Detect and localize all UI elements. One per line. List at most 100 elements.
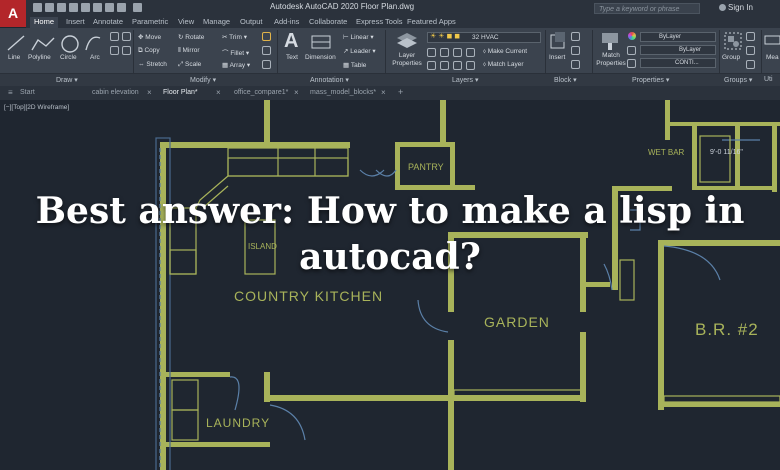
group-select-icon[interactable] — [746, 60, 755, 69]
new-icon[interactable] — [33, 3, 42, 12]
table-button[interactable]: ▦ Table — [343, 61, 366, 69]
insert-button[interactable]: Insert — [549, 54, 565, 61]
arc-button[interactable]: Arc — [90, 54, 100, 61]
tab-view[interactable]: View — [178, 17, 194, 26]
save-icon[interactable] — [57, 3, 66, 12]
close-tab-icon[interactable]: × — [381, 88, 386, 97]
panel-label-annotation[interactable]: Annotation ▾ — [310, 76, 349, 84]
circle-button[interactable]: Circle — [60, 54, 77, 61]
sign-in-link[interactable]: Sign In — [728, 3, 753, 12]
group-edit-icon[interactable] — [746, 46, 755, 55]
line-button[interactable]: Line — [8, 54, 20, 61]
panel-label-draw[interactable]: Draw ▾ — [56, 76, 78, 84]
layer-tool-icon[interactable] — [466, 48, 475, 57]
measure-button[interactable]: Mea — [766, 54, 779, 61]
layer-tool-icon[interactable] — [453, 48, 462, 57]
panel-label-block[interactable]: Block ▾ — [554, 76, 577, 84]
layer-tool-icon[interactable] — [440, 61, 449, 70]
dimension-icon[interactable] — [310, 32, 332, 52]
new-tab-icon[interactable]: + — [398, 87, 403, 97]
layer-properties-button[interactable]: Layer Properties — [389, 52, 425, 68]
tab-featured-apps[interactable]: Featured Apps — [407, 17, 456, 26]
layer-tool-icon[interactable] — [440, 48, 449, 57]
hatch-icon[interactable] — [110, 46, 119, 55]
menu-icon[interactable]: ≡ — [8, 88, 13, 97]
tab-output[interactable]: Output — [240, 17, 263, 26]
text-icon[interactable]: A — [284, 30, 298, 53]
linear-button[interactable]: ⊢ Linear ▾ — [343, 33, 374, 41]
color-wheel-icon[interactable] — [628, 32, 636, 40]
insert-block-icon[interactable] — [549, 31, 567, 51]
undo-icon[interactable] — [117, 3, 126, 12]
trim-button[interactable]: ✂ Trim ▾ — [222, 33, 247, 41]
doc-tab-floor-plan[interactable]: Floor Plan* — [163, 89, 198, 96]
color-dropdown[interactable]: ByLayer — [640, 32, 716, 42]
tab-manage[interactable]: Manage — [203, 17, 230, 26]
layer-tool-icon[interactable] — [453, 61, 462, 70]
panel-label-groups[interactable]: Groups ▾ — [724, 76, 752, 84]
match-layer-button[interactable]: ⬨ Match Layer — [483, 61, 524, 69]
fillet-button[interactable]: ⌒ Fillet ▾ — [222, 47, 249, 57]
scale-button[interactable]: ⤢ Scale — [178, 61, 201, 69]
doc-tab-office-compare[interactable]: office_compare1* — [234, 89, 288, 96]
block-attribute-icon[interactable] — [571, 60, 580, 69]
edit-pencil-icon[interactable] — [262, 32, 271, 41]
close-tab-icon[interactable]: × — [216, 88, 221, 97]
copy-button[interactable]: ⧉ Copy — [138, 47, 160, 55]
doc-tab-start[interactable]: Start — [20, 89, 35, 96]
panel-label-modify[interactable]: Modify ▾ — [190, 76, 216, 84]
explode-icon[interactable] — [262, 60, 271, 69]
leader-button[interactable]: ↗ Leader ▾ — [343, 47, 376, 55]
search-input[interactable]: Type a keyword or phrase — [594, 3, 700, 14]
ungroup-icon[interactable] — [746, 32, 755, 41]
measure-icon[interactable] — [764, 31, 780, 51]
ellipse-icon[interactable] — [122, 32, 131, 41]
tab-annotate[interactable]: Annotate — [93, 17, 123, 26]
tab-parametric[interactable]: Parametric — [132, 17, 168, 26]
redo-icon[interactable] — [133, 3, 142, 12]
dimension-button[interactable]: Dimension — [305, 54, 336, 61]
array-button[interactable]: ▦ Array ▾ — [222, 61, 250, 69]
rotate-button[interactable]: ↻ Rotate — [178, 33, 204, 41]
polyline-button[interactable]: Polyline — [28, 54, 51, 61]
viewport-controls[interactable]: [−][Top][2D Wireframe] — [4, 104, 69, 111]
make-current-button[interactable]: ⬨ Make Current — [483, 48, 527, 56]
text-button[interactable]: Text — [286, 54, 298, 61]
stretch-button[interactable]: ⇔ Stretch — [138, 61, 167, 68]
tab-home[interactable]: Home — [30, 17, 59, 28]
tab-add-ins[interactable]: Add-ins — [274, 17, 299, 26]
match-properties-button[interactable]: Match Properties — [596, 52, 626, 68]
layer-properties-icon[interactable] — [395, 30, 419, 52]
erase-icon[interactable] — [262, 46, 271, 55]
mirror-button[interactable]: ⫴ Mirror — [178, 47, 200, 55]
close-tab-icon[interactable]: × — [294, 88, 299, 97]
save-as-icon[interactable] — [69, 3, 78, 12]
match-properties-icon[interactable] — [600, 31, 620, 51]
doc-tab-cabin-elevation[interactable]: cabin elevation — [92, 89, 139, 96]
layer-tool-icon[interactable] — [427, 48, 436, 57]
close-tab-icon[interactable]: × — [147, 88, 152, 97]
tab-insert[interactable]: Insert — [66, 17, 85, 26]
layer-tool-icon[interactable] — [466, 61, 475, 70]
autocad-logo-icon[interactable]: A — [0, 0, 26, 27]
group-button[interactable]: Group — [722, 54, 740, 61]
doc-tab-mass-model-blocks[interactable]: mass_model_blocks* — [310, 89, 376, 96]
drawing-canvas[interactable]: PANTRY ISLAND COUNTRY KITCHEN GARDEN LAU… — [0, 100, 780, 470]
plot-icon[interactable] — [93, 3, 102, 12]
rectangle-icon[interactable] — [110, 32, 119, 41]
gradient-icon[interactable] — [122, 46, 131, 55]
open-icon[interactable] — [45, 3, 54, 12]
lineweight-dropdown[interactable]: ByLayer — [640, 45, 716, 55]
print-icon[interactable] — [81, 3, 90, 12]
linetype-dropdown[interactable]: CONTI... — [640, 58, 716, 68]
tab-express-tools[interactable]: Express Tools — [356, 17, 403, 26]
edit-block-icon[interactable] — [571, 46, 580, 55]
panel-label-properties[interactable]: Properties ▾ — [632, 76, 669, 84]
layer-tool-icon[interactable] — [427, 61, 436, 70]
share-icon[interactable] — [105, 3, 114, 12]
create-block-icon[interactable] — [571, 32, 580, 41]
move-button[interactable]: ✥ Move — [138, 33, 161, 41]
tab-collaborate[interactable]: Collaborate — [309, 17, 347, 26]
panel-label-layers[interactable]: Layers ▾ — [452, 76, 478, 84]
group-icon[interactable] — [723, 31, 743, 51]
